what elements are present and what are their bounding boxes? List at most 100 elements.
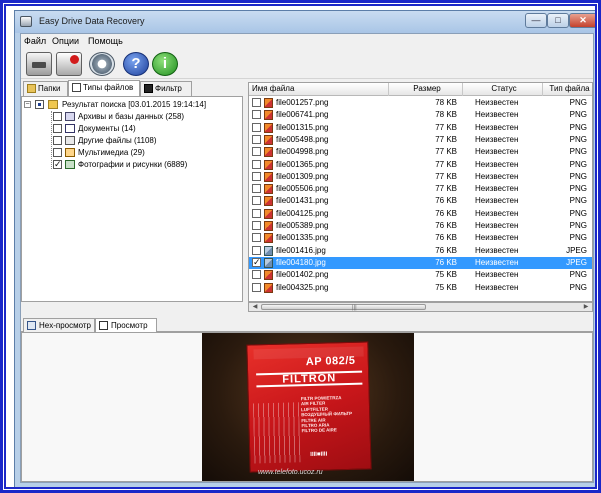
table-row[interactable]: file001365.png 77 KB Неизвестен PNG: [249, 159, 592, 171]
table-row[interactable]: file004180.jpg 76 KB Неизвестен JPEG: [249, 256, 592, 269]
tab-folders[interactable]: Папки: [23, 81, 68, 96]
row-checkbox[interactable]: [252, 270, 261, 280]
table-row[interactable]: file004325.png 75 KB Неизвестен PNG: [249, 282, 592, 294]
maximize-button[interactable]: □: [547, 13, 569, 28]
menu-help[interactable]: Помощь: [88, 36, 123, 46]
documents-checkbox[interactable]: [53, 124, 62, 133]
tab-filter-label: Фильтр: [155, 84, 182, 93]
png-file-icon: [264, 110, 273, 121]
menu-options[interactable]: Опции: [52, 36, 79, 46]
file-list-header: Имя файла Размер Статус Тип файла: [249, 83, 592, 96]
row-checkbox[interactable]: [252, 159, 261, 169]
scroll-right-icon[interactable]: ▶: [581, 303, 591, 311]
client-area: Файл Опции Помощь ? i Папки Типы файлов: [20, 33, 594, 483]
scroll-thumb[interactable]: |||: [261, 304, 426, 311]
help-icon[interactable]: ?: [123, 52, 149, 76]
tree-item-archives[interactable]: Архивы и базы данных (258): [50, 111, 235, 123]
filter-icon: [144, 84, 153, 93]
table-row[interactable]: file001257.png 78 KB Неизвестен PNG: [249, 97, 592, 109]
row-checkbox[interactable]: [252, 122, 261, 132]
column-type[interactable]: Тип файла: [543, 83, 592, 96]
column-size[interactable]: Размер: [389, 83, 463, 96]
row-checkbox[interactable]: [252, 110, 261, 120]
row-checkbox[interactable]: [252, 134, 261, 144]
close-button[interactable]: ✕: [569, 13, 595, 28]
row-status: Неизвестен: [475, 196, 519, 206]
tree-item-multimedia[interactable]: Мультимедиа (29): [50, 147, 235, 159]
root-checkbox[interactable]: [35, 100, 44, 109]
title-bar[interactable]: Easy Drive Data Recovery — □ ✕: [15, 11, 595, 33]
archives-checkbox[interactable]: [53, 112, 62, 121]
table-row[interactable]: file001309.png 77 KB Неизвестен PNG: [249, 171, 592, 183]
row-size: 76 KB: [435, 257, 457, 267]
tab-hex-view[interactable]: Hex-просмотр: [23, 318, 95, 332]
table-row[interactable]: file004998.png 77 KB Неизвестен PNG: [249, 146, 592, 158]
png-file-icon: [264, 147, 273, 158]
row-name: file004180.jpg: [276, 257, 326, 267]
row-checkbox[interactable]: [252, 245, 261, 255]
drive-scan-icon[interactable]: [26, 52, 52, 76]
png-file-icon: [264, 171, 273, 182]
table-row[interactable]: file001315.png 77 KB Неизвестен PNG: [249, 122, 592, 134]
tree-item-other[interactable]: Другие файлы (1108): [50, 135, 235, 147]
settings-gear-icon[interactable]: [89, 52, 115, 76]
preview-tab-strip: Hex-просмотр Просмотр: [21, 318, 593, 333]
row-checkbox[interactable]: [252, 233, 261, 243]
row-checkbox[interactable]: [252, 256, 261, 268]
table-row[interactable]: file005506.png 77 KB Неизвестен PNG: [249, 183, 592, 195]
table-row[interactable]: file001402.png 75 KB Неизвестен PNG: [249, 269, 592, 281]
row-checkbox[interactable]: [252, 98, 261, 107]
row-status: Неизвестен: [475, 122, 519, 132]
row-checkbox[interactable]: [252, 147, 261, 157]
tab-filter[interactable]: Фильтр: [140, 81, 192, 96]
multimedia-icon: [65, 148, 75, 157]
multimedia-checkbox[interactable]: [53, 148, 62, 157]
row-checkbox[interactable]: [252, 196, 261, 206]
column-status[interactable]: Статус: [463, 83, 543, 96]
table-row[interactable]: file005389.png 76 KB Неизвестен PNG: [249, 220, 592, 232]
png-file-icon: [264, 233, 273, 244]
row-name: file004998.png: [276, 147, 329, 157]
column-name[interactable]: Имя файла: [249, 83, 389, 96]
tree-item-documents[interactable]: Документы (14): [50, 123, 235, 135]
row-size: 76 KB: [435, 196, 457, 206]
table-row[interactable]: file005498.png 77 KB Неизвестен PNG: [249, 134, 592, 146]
row-name: file001335.png: [276, 233, 329, 243]
scroll-grip: |||: [352, 305, 357, 311]
row-status: Неизвестен: [475, 147, 519, 157]
info-icon[interactable]: i: [152, 52, 178, 76]
row-checkbox[interactable]: [252, 208, 261, 218]
table-row[interactable]: file004125.png 76 KB Неизвестен PNG: [249, 208, 592, 220]
other-checkbox[interactable]: [53, 136, 62, 145]
inner-frame: Easy Drive Data Recovery — □ ✕ Файл Опци…: [4, 4, 597, 489]
row-size: 76 KB: [435, 208, 457, 218]
tab-preview[interactable]: Просмотр: [95, 318, 157, 333]
photos-checkbox[interactable]: [53, 158, 62, 170]
table-row[interactable]: file006741.png 78 KB Неизвестен PNG: [249, 109, 592, 121]
tree-item-photos[interactable]: Фотографии и рисунки (6889): [50, 158, 235, 171]
row-type: PNG: [569, 110, 587, 120]
row-checkbox[interactable]: [252, 171, 261, 181]
box-brand-logo: FILTRON: [256, 370, 363, 388]
png-file-icon: [264, 159, 273, 170]
row-size: 77 KB: [435, 147, 457, 157]
table-row[interactable]: file001335.png 76 KB Неизвестен PNG: [249, 232, 592, 244]
menu-file[interactable]: Файл: [24, 36, 46, 46]
row-status: Неизвестен: [475, 110, 519, 120]
save-recover-icon[interactable]: [56, 52, 82, 76]
tree-root[interactable]: − Результат поиска [03.01.2015 19:14:14]: [24, 99, 239, 111]
scroll-left-icon[interactable]: ◀: [250, 303, 260, 311]
png-file-icon: [264, 196, 273, 207]
row-type: JPEG: [566, 245, 587, 255]
png-file-icon: [264, 98, 273, 108]
row-type: PNG: [569, 147, 587, 157]
tab-file-types[interactable]: Типы файлов: [68, 80, 140, 96]
collapse-icon[interactable]: −: [24, 101, 31, 108]
row-checkbox[interactable]: [252, 221, 261, 230]
table-row[interactable]: file001416.jpg 76 KB Неизвестен JPEG: [249, 245, 592, 257]
horizontal-scrollbar[interactable]: ◀ ||| ▶: [248, 302, 593, 312]
row-checkbox[interactable]: [252, 184, 261, 194]
minimize-button[interactable]: —: [525, 13, 547, 28]
row-checkbox[interactable]: [252, 282, 261, 292]
table-row[interactable]: file001431.png 76 KB Неизвестен PNG: [249, 195, 592, 207]
